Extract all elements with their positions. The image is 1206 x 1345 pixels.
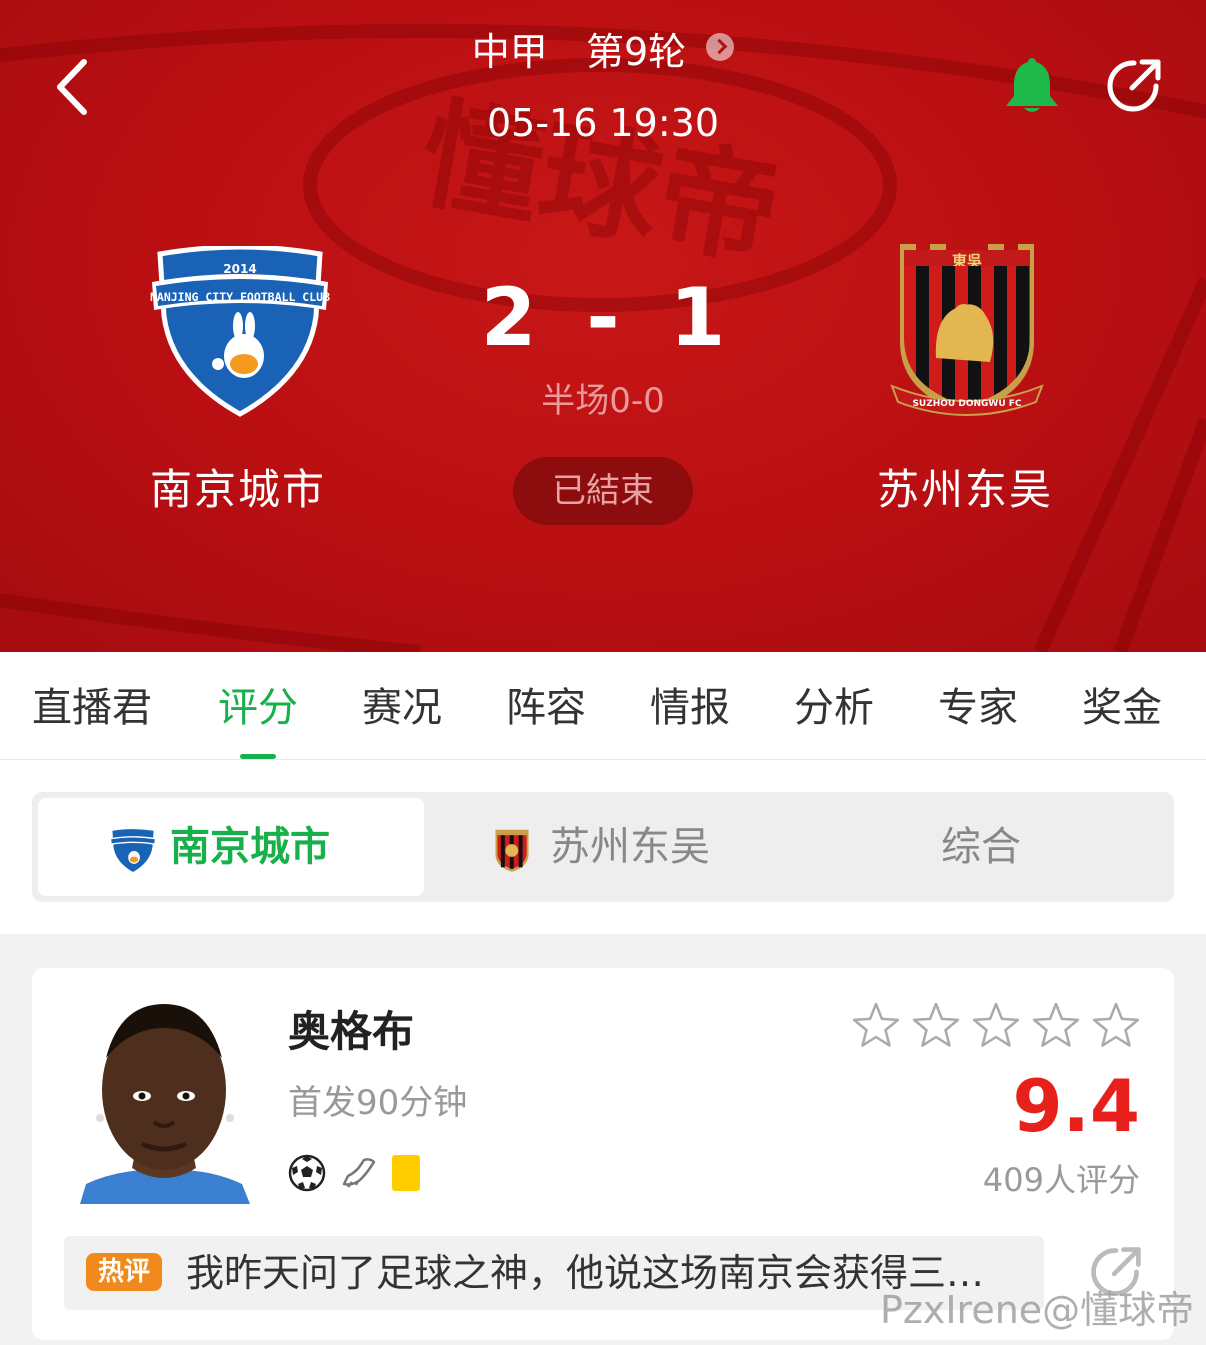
svg-text:SUZHOU DONGWU FC: SUZHOU DONGWU FC: [912, 399, 1021, 409]
segment-away-label: 苏州东吴: [550, 824, 710, 870]
tab-experts[interactable]: 专家: [908, 680, 1048, 736]
away-score: 1: [669, 271, 726, 364]
score-separator: -: [586, 271, 620, 364]
tab-lineup[interactable]: 阵容: [476, 680, 616, 736]
home-team-name[interactable]: 南京城市: [88, 462, 388, 518]
star-icon[interactable]: [850, 1000, 902, 1052]
svg-text:2014: 2014: [223, 262, 256, 276]
segment-overall[interactable]: 综合: [794, 798, 1168, 896]
active-tab-indicator: [240, 754, 276, 759]
tab-ratings[interactable]: 评分: [188, 680, 328, 736]
scoreboard: 2-1: [460, 270, 746, 366]
watermark-credit: PzxIrene@懂球帝: [880, 1288, 1195, 1332]
suzhou-dongwu-logo: 東吳 SUZHOU DONGWU FC: [890, 244, 1044, 416]
star-icon[interactable]: [910, 1000, 962, 1052]
match-header: 懂球帝 中甲 第9轮 05-16 19:30 2014 NANJING CITY…: [0, 0, 1206, 652]
player-avatar: [80, 998, 250, 1204]
yellow-card-icon: [392, 1154, 420, 1196]
team-filter-section: 南京城市 苏州东吴 综合: [0, 760, 1206, 934]
round-label: 第9轮: [585, 30, 687, 74]
player-rating-score: 9.4: [1012, 1064, 1140, 1148]
home-score: 2: [480, 271, 537, 364]
league-name: 中甲: [471, 30, 548, 74]
match-tabs: 直播君 评分 赛况 阵容 情报 分析 专家 奖金: [0, 652, 1206, 760]
player-name: 奥格布: [288, 1007, 415, 1056]
away-team-name[interactable]: 苏州东吴: [815, 462, 1115, 518]
share-icon[interactable]: [1104, 56, 1164, 116]
svg-text:NANJING CITY FOOTBALL CLUB: NANJING CITY FOOTBALL CLUB: [150, 290, 330, 304]
team-segmented-control: 南京城市 苏州东吴 综合: [32, 792, 1174, 902]
tab-intel[interactable]: 情报: [620, 680, 760, 736]
chevron-right-icon: [706, 33, 735, 61]
hot-comment-tag: 热评: [86, 1253, 162, 1291]
tab-bonus[interactable]: 奖金: [1052, 680, 1192, 736]
star-icon[interactable]: [970, 1000, 1022, 1052]
segment-home-team[interactable]: 南京城市: [38, 798, 424, 896]
tab-analysis[interactable]: 分析: [764, 680, 904, 736]
football-icon: [288, 1154, 326, 1196]
tab-live[interactable]: 直播君: [22, 680, 162, 736]
player-play-time: 首发90分钟: [288, 1083, 468, 1123]
segment-home-label: 南京城市: [170, 824, 330, 870]
nanjing-city-mini-logo: [109, 828, 157, 874]
star-icon[interactable]: [1030, 1000, 1082, 1052]
star-icon[interactable]: [1090, 1000, 1142, 1052]
match-status-badge: 已結束: [513, 457, 693, 525]
user-star-rating[interactable]: [850, 1000, 1146, 1052]
bell-icon[interactable]: [1002, 54, 1062, 116]
suzhou-dongwu-mini-logo: [495, 829, 529, 872]
tab-events[interactable]: 赛况: [332, 680, 472, 736]
player-rating-count: 409人评分: [982, 1161, 1140, 1199]
segment-away-team[interactable]: 苏州东吴: [424, 798, 794, 896]
boot-assist-icon: [340, 1154, 378, 1196]
